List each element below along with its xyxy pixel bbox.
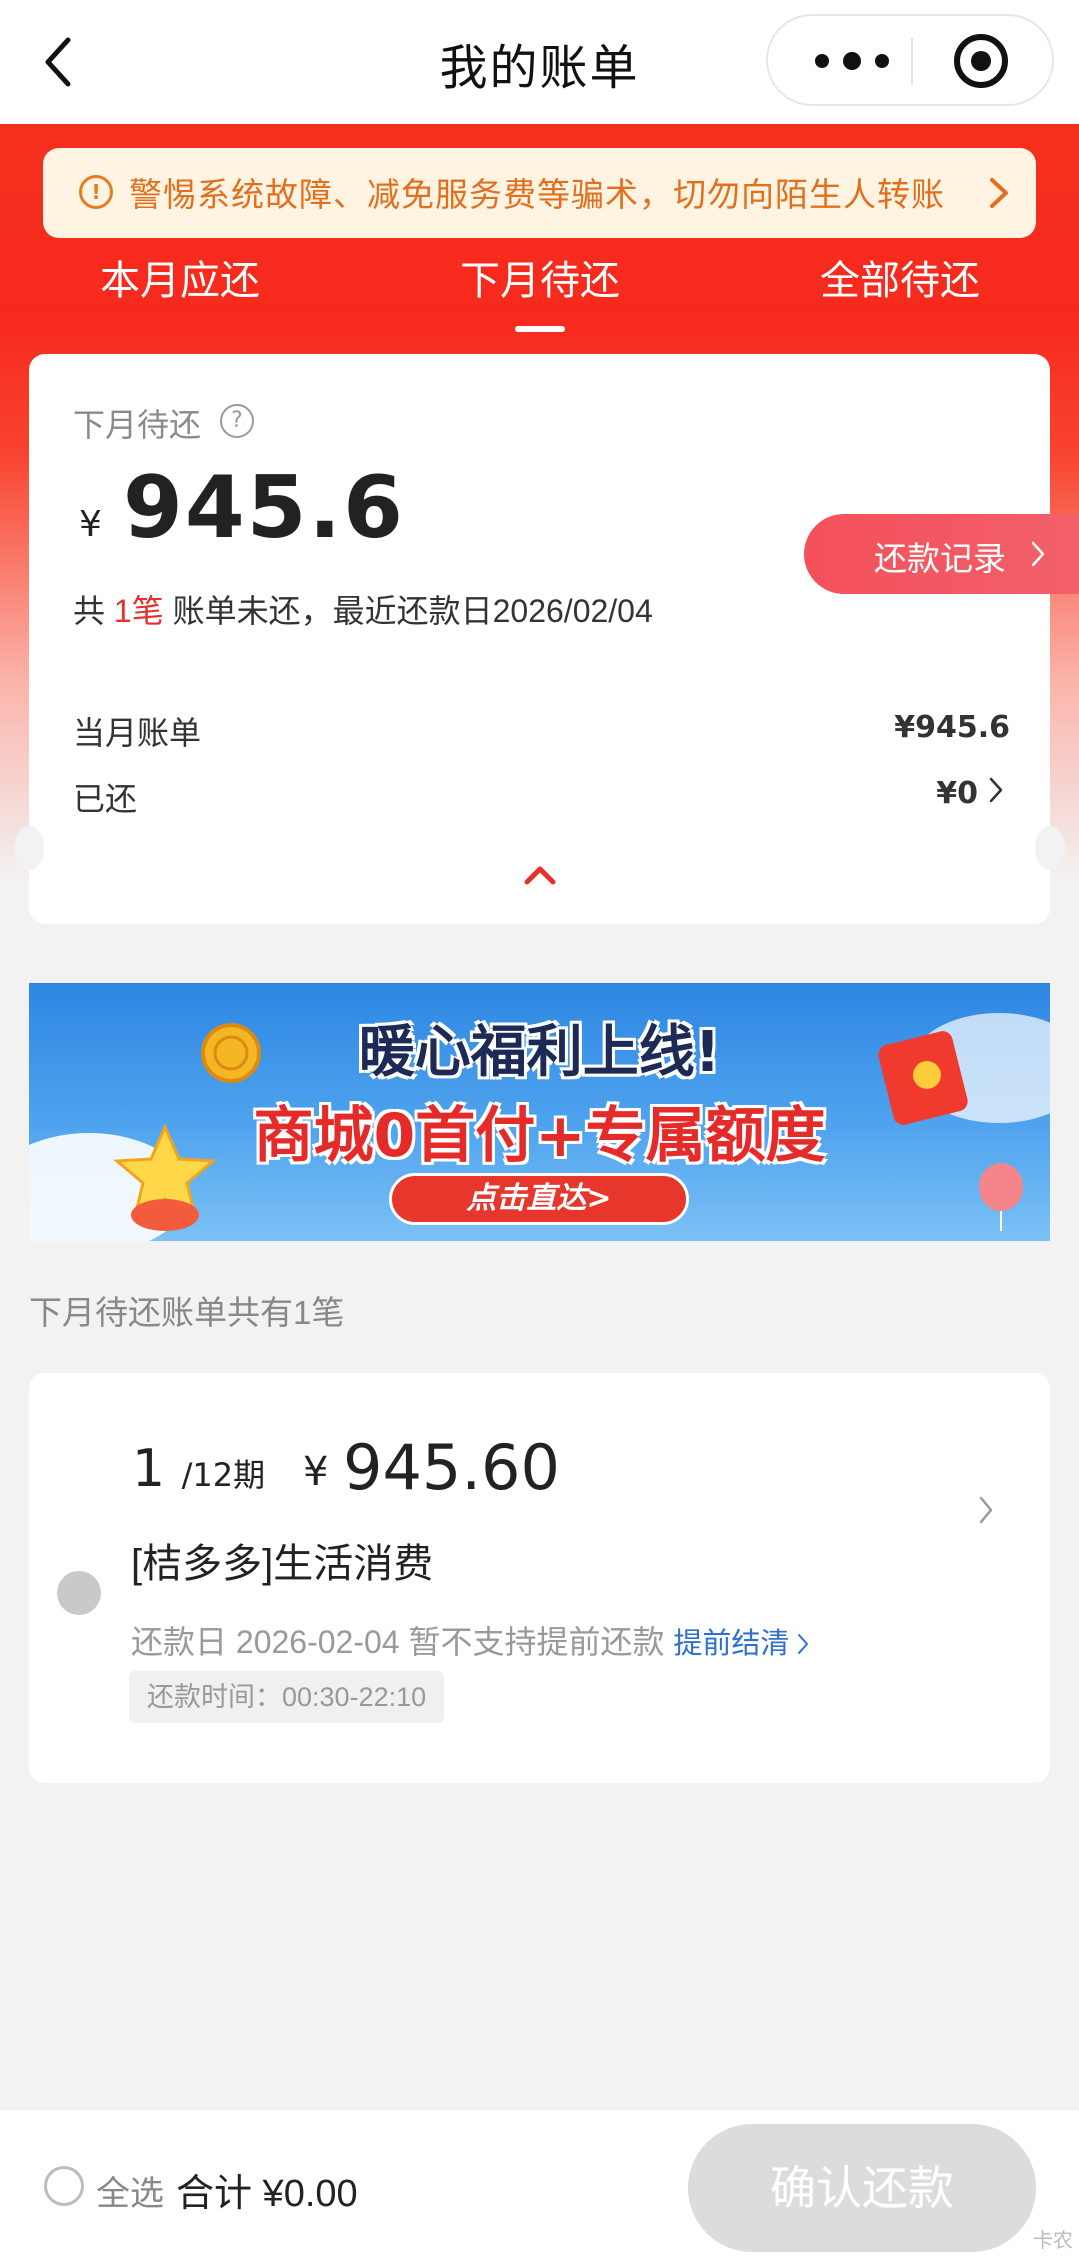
repayment-time-tag: 还款时间：00:30-22:10: [129, 1671, 445, 1723]
select-all-radio[interactable]: [44, 2166, 84, 2206]
mini-program-capsule: [766, 14, 1054, 106]
more-dots-icon[interactable]: [812, 44, 892, 78]
chevron-right-icon: [989, 777, 1003, 803]
promo-cta-button[interactable]: 点击直达>: [389, 1173, 689, 1225]
bill-count-summary: 共 1笔 账单未还，最近还款日2026/02/04: [73, 586, 653, 632]
section-title: 下月待还账单共有1笔: [29, 1294, 345, 1331]
navigation-bar: 我的账单: [0, 0, 1079, 124]
early-settle-label: 提前结清: [673, 1628, 790, 1660]
warning-text: 警惕系统故障、减免服务费等骗术，切勿向陌生人转账: [129, 176, 945, 213]
watermark: 卡农: [1033, 2228, 1073, 2252]
repayment-record-label: 还款记录: [874, 540, 1006, 577]
promo-subline: 商城0首付+专属额度: [253, 1101, 826, 1171]
tab-next-month[interactable]: 下月待还: [360, 248, 720, 332]
promo-banner[interactable]: 暖心福利上线! 商城0首付+专属额度 点击直达>: [29, 983, 1050, 1241]
chevron-up-icon[interactable]: [523, 864, 557, 886]
paid-value[interactable]: ¥0: [936, 776, 978, 811]
capsule-divider: [911, 38, 913, 84]
fraud-warning-banner[interactable]: ! 警惕系统故障、减免服务费等骗术，切勿向陌生人转账: [43, 148, 1036, 238]
current-bill-label: 当月账单: [73, 715, 202, 751]
summary-label: 下月待还: [73, 407, 202, 443]
card-notch-right: [1035, 826, 1065, 870]
chevron-right-icon: [798, 1634, 809, 1654]
count-suffix: 账单未还，最近还款日2026/02/04: [163, 593, 653, 629]
card-notch-left: [14, 826, 44, 870]
bill-name: [桔多多]生活消费: [131, 1542, 434, 1586]
current-bill-value: ¥945.6: [894, 710, 1010, 745]
period-total: /12期: [181, 1456, 266, 1494]
due-info: 还款日 2026-02-04 暂不支持提前还款 提前结清: [131, 1617, 809, 1663]
bill-amount: 945.60: [343, 1431, 560, 1504]
bill-currency-symbol: ¥: [303, 1449, 329, 1495]
close-target-icon[interactable]: [952, 32, 1010, 90]
select-all-label[interactable]: 全选: [96, 2166, 164, 2215]
bill-select-radio[interactable]: [57, 1571, 101, 1615]
tab-this-month[interactable]: 本月应还: [0, 248, 360, 306]
active-tab-indicator: [515, 326, 565, 332]
footer-bar: 全选 合计 ¥0.00 确认还款 卡农: [0, 2110, 1079, 2265]
tab-all-pending[interactable]: 全部待还: [720, 248, 1079, 306]
repayment-record-button[interactable]: 还款记录: [804, 514, 1079, 594]
promo-headline: 暖心福利上线!: [358, 1020, 721, 1085]
early-settle-link[interactable]: 提前结清: [673, 1628, 809, 1660]
chevron-right-icon: [990, 178, 1008, 208]
installment-period: 1 /12期: [132, 1439, 265, 1499]
summary-card: 下月待还 ? ¥ 945.6 共 1笔 账单未还，最近还款日2026/02/04…: [14, 354, 1065, 924]
period-current: 1: [132, 1439, 166, 1499]
confirm-repay-button[interactable]: 确认还款: [688, 2124, 1036, 2252]
tab-next-month-label: 下月待还: [460, 259, 620, 303]
due-text: 还款日 2026-02-04 暂不支持提前还款: [131, 1624, 665, 1660]
total-amount: 合计 ¥0.00: [176, 2173, 358, 2215]
warning-icon: !: [79, 175, 113, 209]
paid-label: 已还: [73, 781, 138, 817]
chevron-right-icon: [979, 1496, 993, 1524]
bill-item[interactable]: 1 /12期 ¥ 945.60 [桔多多]生活消费 还款日 2026-02-04…: [29, 1373, 1050, 1783]
currency-symbol: ¥: [79, 504, 102, 545]
bill-tabs: 本月应还 下月待还 全部待还: [0, 248, 1079, 338]
chevron-right-icon: [1031, 541, 1045, 567]
bill-count: 1笔: [113, 593, 164, 629]
help-icon[interactable]: ?: [220, 404, 254, 438]
due-amount: 945.6: [123, 458, 406, 558]
count-prefix: 共: [73, 593, 114, 629]
